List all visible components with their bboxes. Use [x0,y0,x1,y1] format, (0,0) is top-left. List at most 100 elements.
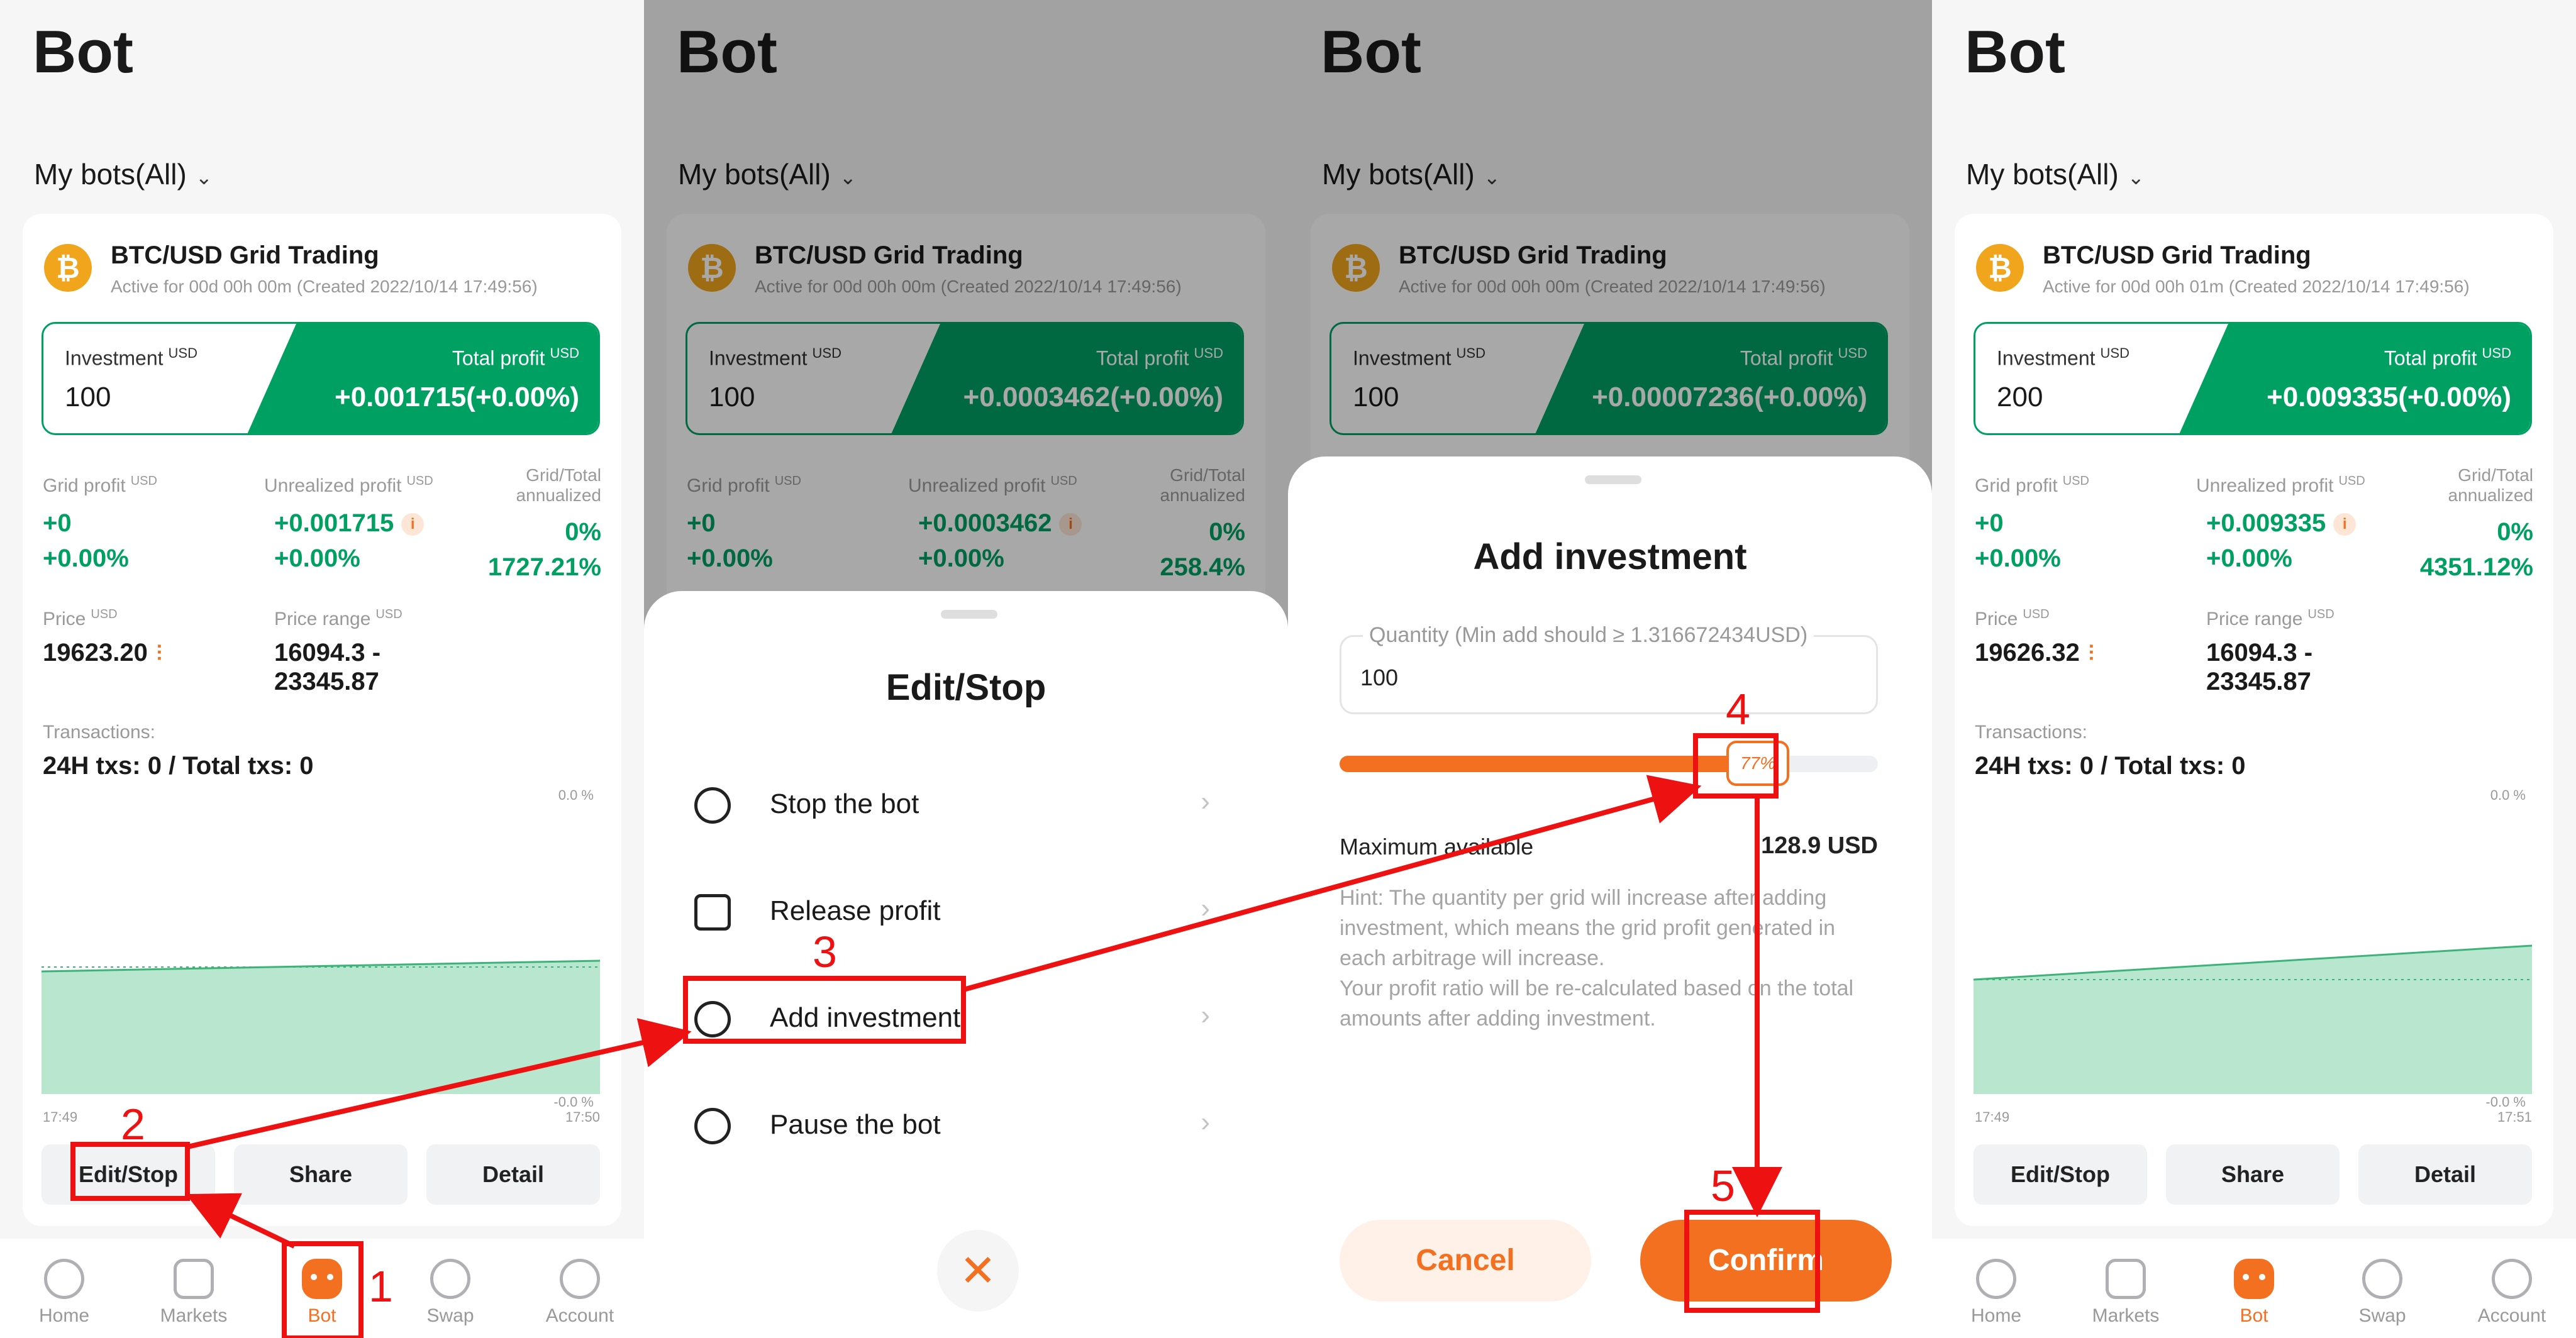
menu-item-release-profit[interactable]: Release profit › [694,880,1248,949]
detail-button[interactable]: Detail [2358,1144,2532,1205]
tab-swap[interactable]: Swap [2332,1247,2433,1327]
total-profit-bg [2178,324,2530,433]
bot-icon [302,1259,342,1299]
tab-account[interactable]: Account [2462,1247,2562,1327]
transactions-value: 24H txs: 0 / Total txs: 0 [1975,752,2246,780]
annualized-label: Grid/Total annualized [2448,465,2533,505]
page-title: Bot [1965,18,2065,86]
sheet-handle[interactable] [941,610,997,619]
unrealized-profit-percent: +0.00% [2206,545,2292,572]
cancel-button[interactable]: Cancel [1340,1220,1591,1302]
edit-stop-sheet: Edit/Stop Stop the bot › Release profit … [644,591,1288,1338]
bitcoin-icon: ₿ [44,244,92,292]
bot-active-time: Active for 00d 00h 01m (Created 2022/10/… [2043,277,2470,296]
share-button[interactable]: Share [2166,1144,2340,1205]
chart-time-start: 17:49 [1975,1109,2010,1125]
investment-value: 200 [1997,382,2043,412]
tab-home[interactable]: Home [1946,1247,2046,1327]
markets-icon [174,1259,214,1299]
hint-paragraph-2: Your profit ratio will be re-calculated … [1340,976,1854,1031]
tab-markets[interactable]: Markets [143,1247,244,1327]
price-label: Price USD [43,607,118,629]
bots-filter-dropdown[interactable]: My bots(All) ⌄ [34,157,213,191]
chart-percent-top: 0.0 % [558,787,594,803]
close-button[interactable]: ✕ [937,1230,1019,1312]
menu-item-label: Release profit [770,895,941,926]
transactions-label: Transactions: [1975,722,2087,743]
edit-stop-button[interactable]: Edit/Stop [1974,1144,2147,1205]
step-number-2: 2 [121,1100,145,1149]
chart-area [1974,946,2532,1094]
investment-label: Investment USD [65,345,197,370]
hint-text: Hint: The quantity per grid will increas… [1340,883,1880,1034]
step-number-1: 1 [369,1262,393,1311]
menu-item-label: Stop the bot [770,788,919,819]
chevron-right-icon: › [1201,893,1210,924]
bot-actions: Edit/Stop Share Detail [1974,1144,2532,1205]
bots-filter-dropdown[interactable]: My bots(All) ⌄ [1966,157,2145,191]
candle-chart-icon[interactable]: ⫶ [2089,642,2094,666]
sheet-title: Add investment [1473,536,1747,577]
info-icon[interactable]: i [401,513,425,536]
price-value: 19623.20 ⫶ [43,639,162,666]
total-profit-bg [246,324,598,433]
menu-item-pause-bot[interactable]: Pause the bot › [694,1094,1248,1163]
sheet-handle[interactable] [1585,475,1641,484]
edit-stop-button[interactable]: Edit/Stop [42,1144,215,1205]
annualized-label: Grid/Total annualized [516,465,601,505]
slider-thumb[interactable]: 77% [1726,741,1790,786]
unrealized-profit-label: Unrealized profit USD [2196,474,2365,496]
release-profit-icon [694,894,731,931]
tab-swap[interactable]: Swap [400,1247,501,1327]
investment-slider[interactable]: 77% [1340,741,1878,786]
tab-markets[interactable]: Markets [2075,1247,2176,1327]
bot-name: BTC/USD Grid Trading [2043,241,2311,269]
grid-profit-label: Grid profit USD [1975,474,2089,496]
bitcoin-icon: ₿ [1976,244,2024,292]
unrealized-profit-value: +0.001715 i [274,509,425,538]
unrealized-profit-label: Unrealized profit USD [264,474,433,496]
candle-chart-icon[interactable]: ⫶ [157,642,162,666]
price-label: Price USD [1975,607,2050,629]
menu-item-label: Pause the bot [770,1109,941,1140]
home-icon [44,1259,84,1299]
investment-label: Investment USD [1997,345,2129,370]
menu-item-label: Add investment [770,1002,961,1033]
investment-value: 100 [65,382,111,412]
pause-icon [694,1108,731,1144]
confirm-button[interactable]: Confirm [1640,1220,1892,1302]
chart-area [42,961,600,1094]
quantity-value: 100 [1360,665,1399,690]
transactions-value: 24H txs: 0 / Total txs: 0 [43,752,314,780]
account-icon [2492,1259,2532,1299]
price-range-high: 23345.87 [274,668,379,695]
page-title: Bot [33,18,133,86]
home-icon [1976,1259,2016,1299]
tab-bot[interactable]: Bot [2204,1247,2304,1327]
menu-item-stop-bot[interactable]: Stop the bot › [694,773,1248,843]
info-icon[interactable]: i [2333,513,2357,536]
chart-percent-bottom: -0.0 % [2485,1094,2526,1110]
chevron-down-icon: ⌄ [2127,166,2145,189]
grid-profit-label: Grid profit USD [43,474,157,496]
swap-icon [430,1259,470,1299]
tab-home[interactable]: Home [14,1247,114,1327]
transactions-label: Transactions: [43,722,155,743]
quantity-input[interactable]: Quantity (Min add should ≥ 1.316672434US… [1340,623,1878,714]
tab-account[interactable]: Account [530,1247,630,1327]
grid-annualized-value: 0% [2497,518,2533,546]
grid-profit-percent: +0.00% [43,545,129,572]
filter-label: My bots(All) [1966,158,2119,191]
detail-button[interactable]: Detail [426,1144,600,1205]
share-button[interactable]: Share [234,1144,408,1205]
unrealized-profit-value: +0.009335 i [2206,509,2357,538]
menu-item-add-investment[interactable]: Add investment › [694,987,1248,1056]
price-range-label: Price range USD [274,607,402,629]
total-annualized-value: 1727.21% [487,553,601,581]
total-profit-value: +0.009335(+0.00%) [2267,382,2511,412]
bottom-tab-bar: Home Markets Bot Swap Account [0,1239,644,1338]
slider-fill [1340,756,1755,772]
panel-3-add-investment: Bot My bots(All) ⌄ ₿ BTC/USD Grid Trading… [1288,0,1932,1338]
unrealized-profit-percent: +0.00% [274,545,360,572]
tab-bot[interactable]: Bot [272,1247,372,1327]
